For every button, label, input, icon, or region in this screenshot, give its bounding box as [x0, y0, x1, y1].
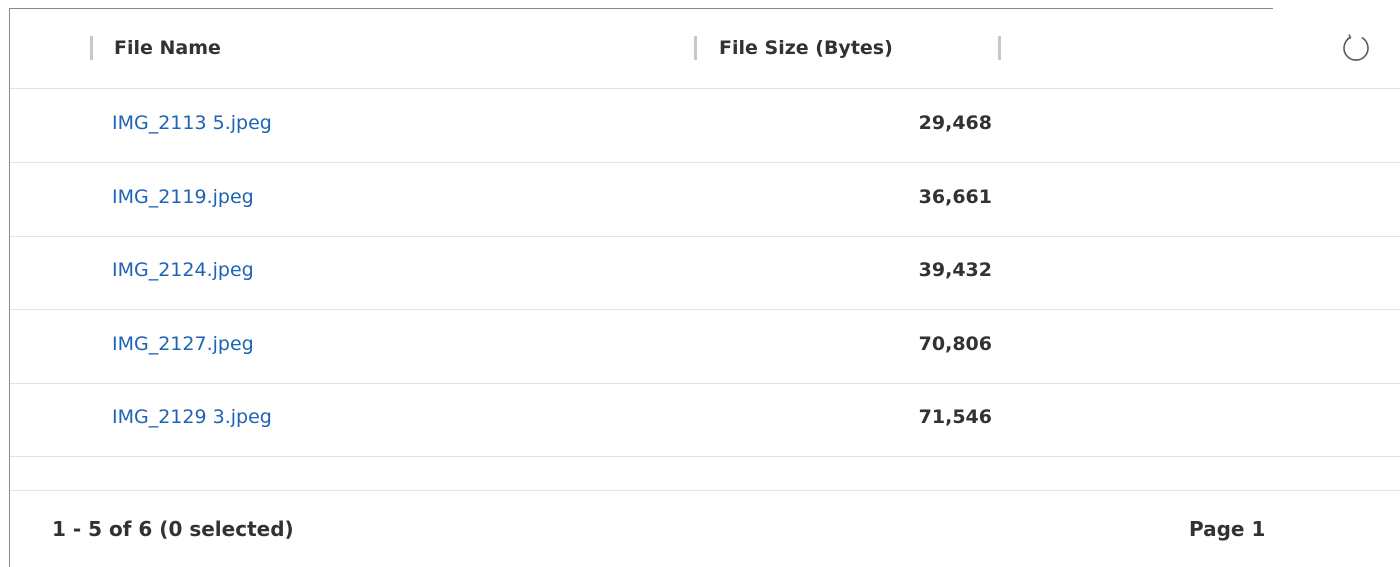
- column-header-file-size[interactable]: File Size (Bytes): [719, 37, 893, 59]
- column-header-file-name[interactable]: File Name: [114, 37, 221, 59]
- file-size-value: 39,432: [918, 259, 992, 281]
- column-divider: [90, 36, 93, 60]
- file-name-link[interactable]: IMG_2113 5.jpeg: [112, 112, 272, 134]
- table-row[interactable]: IMG_2129 3.jpeg 71,546: [10, 383, 1400, 457]
- file-size-value: 29,468: [918, 112, 992, 134]
- file-size-value: 70,806: [918, 333, 992, 355]
- page-indicator: Page 1: [1189, 517, 1266, 541]
- table-header: File Name File Size (Bytes): [10, 9, 1400, 89]
- refresh-icon[interactable]: [1340, 32, 1372, 64]
- table-spacer: [10, 457, 1400, 491]
- table-row[interactable]: IMG_2113 5.jpeg 29,468: [10, 89, 1400, 163]
- column-resize-handle[interactable]: [694, 36, 697, 60]
- table-row[interactable]: IMG_2119.jpeg 36,661: [10, 163, 1400, 237]
- table-row[interactable]: IMG_2127.jpeg 70,806: [10, 310, 1400, 384]
- file-name-link[interactable]: IMG_2129 3.jpeg: [112, 406, 272, 428]
- file-size-value: 71,546: [918, 406, 992, 428]
- column-resize-handle[interactable]: [998, 36, 1001, 60]
- file-name-link[interactable]: IMG_2119.jpeg: [112, 186, 254, 208]
- file-name-link[interactable]: IMG_2124.jpeg: [112, 259, 254, 281]
- file-size-value: 36,661: [918, 186, 992, 208]
- table-row[interactable]: IMG_2124.jpeg 39,432: [10, 236, 1400, 310]
- file-name-link[interactable]: IMG_2127.jpeg: [112, 333, 254, 355]
- selection-status: 1 - 5 of 6 (0 selected): [52, 517, 294, 541]
